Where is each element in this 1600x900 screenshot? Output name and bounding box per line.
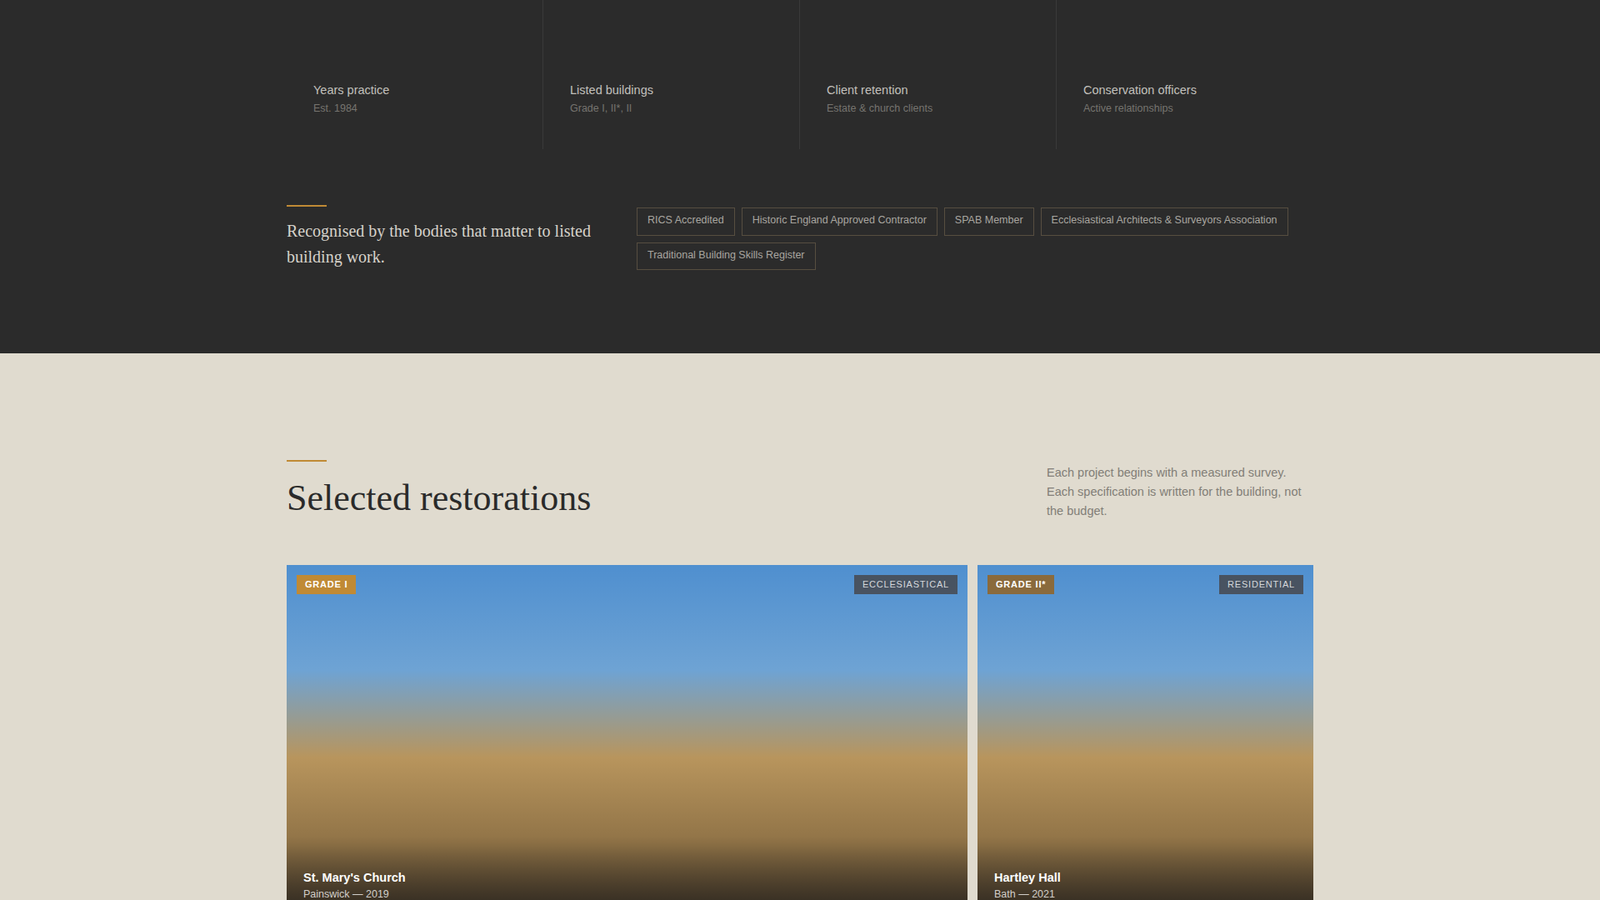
projects-intro: Each project begins with a measured surv… [1046,463,1314,521]
stat-sub: Est. 1984 [313,100,516,116]
accreditation-tag: Traditional Building Skills Register [636,242,816,271]
stat: Listed buildingsGrade I, II*, II [543,0,800,150]
card-meta: Bath — 2021 [994,887,1297,900]
project-card[interactable]: GRADE II* RESIDENTIAL Hartley HallBath — 2… [977,565,1314,900]
stat: Years practiceEst. 1984 [286,0,544,150]
stat: Client retentionEstate & church clients [800,0,1057,150]
accreditation-tags: RICS AccreditedHistoric England Approved… [636,205,1314,270]
accreditation-tag: Ecclesiastical Architects & Surveyors As… [1040,207,1289,236]
projects-header: Selected restorations Each project begins… [286,460,1314,521]
card-meta: Painswick — 2019 [303,887,951,900]
accent-line [286,460,327,462]
accreditation-tag: SPAB Member [944,207,1035,236]
accreditation-tag: Historic England Approved Contractor [741,207,938,236]
card-title: Hartley Hall [994,870,1297,886]
projects-section: Selected restorations Each project begins… [0,353,1600,900]
grade-badge: GRADE I [296,575,356,595]
stat: Conservation officersActive relationship… [1056,0,1314,150]
stat-sub: Estate & church clients [826,100,1030,116]
project-card[interactable]: GRADE I ECCLESIASTICAL St. Mary's ChurchPa… [286,565,968,900]
card-caption: St. Mary's ChurchPainswick — 2019 [286,836,968,900]
stat-label: Client retention [826,81,1030,99]
stat-label: Listed buildings [570,81,773,99]
accent-line [286,205,327,207]
stat-sub: Grade I, II*, II [570,100,773,116]
stat-sub: Active relationships [1083,100,1286,116]
category-badge: RESIDENTIAL [1219,575,1304,595]
accreditation: Recognised by the bodies that matter to … [286,205,1314,270]
grade-badge: GRADE II* [987,575,1055,595]
stat-label: Conservation officers [1083,81,1286,99]
project-cards: GRADE I ECCLESIASTICAL St. Mary's ChurchPa… [286,565,1314,900]
card-title: St. Mary's Church [303,870,951,886]
category-badge: ECCLESIASTICAL [854,575,958,595]
projects-heading: Selected restorations [286,476,591,520]
stats-section: Years practiceEst. 1984Listed buildingsG… [0,0,1600,354]
stats-row: Years practiceEst. 1984Listed buildingsG… [286,0,1314,150]
card-caption: Hartley HallBath — 2021 [977,836,1314,900]
accreditation-tag: RICS Accredited [636,207,735,236]
accreditation-heading: Recognised by the bodies that matter to … [286,218,604,270]
stat-label: Years practice [313,81,516,99]
